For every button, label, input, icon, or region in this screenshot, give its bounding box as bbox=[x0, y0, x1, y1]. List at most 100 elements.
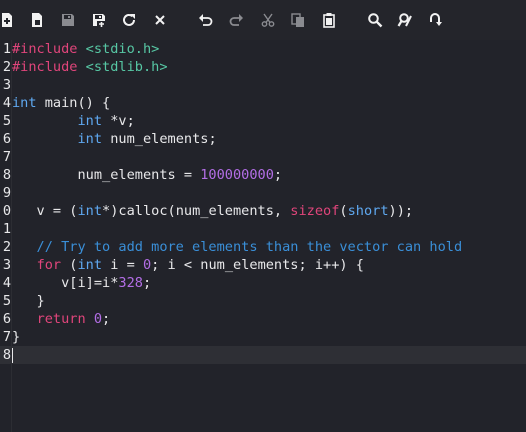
code-line[interactable]: 5 int *v; bbox=[0, 112, 526, 130]
code-text: } bbox=[12, 328, 20, 346]
code-token: num_elements = bbox=[12, 167, 201, 183]
line-number: 8 bbox=[2, 347, 11, 363]
code-text: #include <stdlib.h> bbox=[12, 58, 168, 76]
reload-button[interactable] bbox=[118, 9, 140, 31]
undo-button[interactable] bbox=[195, 9, 217, 31]
code-token: ; bbox=[142, 275, 152, 291]
code-token: } bbox=[12, 293, 45, 309]
code-token: sizeof bbox=[290, 203, 340, 219]
code-text: #include <stdio.h> bbox=[12, 40, 159, 58]
goto-button[interactable] bbox=[425, 9, 447, 31]
undo-icon bbox=[198, 12, 214, 28]
code-line[interactable]: 0 v = (int*)calloc(num_elements, sizeof(… bbox=[0, 202, 526, 220]
save-as-button[interactable] bbox=[88, 9, 110, 31]
code-token: 328 bbox=[118, 275, 143, 291]
save-icon bbox=[60, 12, 76, 28]
code-token: int bbox=[77, 257, 103, 273]
copy-icon bbox=[290, 12, 306, 28]
paste-icon bbox=[321, 12, 337, 28]
new-file-icon bbox=[0, 12, 15, 28]
code-line[interactable]: 4 int main() { bbox=[0, 94, 526, 112]
code-line[interactable]: 1 bbox=[0, 220, 526, 238]
save-button[interactable] bbox=[57, 9, 79, 31]
save-as-icon bbox=[91, 12, 107, 28]
code-token: v = ( bbox=[12, 203, 78, 219]
replace-button[interactable] bbox=[394, 9, 416, 31]
line-number: 4 bbox=[2, 275, 11, 291]
goto-icon bbox=[428, 12, 444, 28]
code-line[interactable]: 2 #include <stdlib.h> bbox=[0, 58, 526, 76]
search-button[interactable] bbox=[364, 9, 386, 31]
code-editor[interactable]: 1 #include <stdio.h> 2 #include <stdlib.h> 3… bbox=[0, 40, 526, 432]
code-text: int num_elements; bbox=[12, 130, 217, 148]
line-number: 0 bbox=[2, 203, 11, 219]
line-number: 1 bbox=[2, 41, 11, 57]
copy-button[interactable] bbox=[287, 9, 309, 31]
code-text: v[i]=i*328; bbox=[12, 274, 151, 292]
code-token: #include bbox=[12, 41, 86, 57]
line-number: 4 bbox=[2, 95, 11, 111]
code-line[interactable]: 1 #include <stdio.h> bbox=[0, 40, 526, 58]
code-token: num_elements; bbox=[102, 131, 217, 147]
code-token: int bbox=[12, 95, 37, 111]
code-text: return 0; bbox=[12, 310, 111, 328]
code-token: 0 bbox=[142, 257, 152, 273]
code-token: )); bbox=[388, 203, 414, 219]
cut-button[interactable] bbox=[257, 9, 279, 31]
code-line[interactable]: 9 bbox=[0, 184, 526, 202]
code-token: 0 bbox=[93, 311, 103, 327]
text-cursor bbox=[12, 348, 13, 363]
code-line[interactable]: 4 v[i]=i*328; bbox=[0, 274, 526, 292]
code-text: int main() { bbox=[12, 94, 110, 112]
code-line[interactable]: 3 bbox=[0, 76, 526, 94]
code-line[interactable]: 2 // Try to add more elements than the v… bbox=[0, 238, 526, 256]
code-line[interactable]: 8 bbox=[0, 346, 526, 364]
code-token: } bbox=[12, 329, 21, 345]
code-line[interactable]: 5 } bbox=[0, 292, 526, 310]
line-number: 3 bbox=[2, 257, 11, 273]
code-token: ; bbox=[102, 311, 111, 327]
code-token: ; bbox=[273, 167, 283, 183]
open-file-icon bbox=[29, 12, 45, 28]
code-text: // Try to add more elements than the vec… bbox=[12, 238, 463, 256]
line-number: 2 bbox=[2, 59, 11, 75]
code-text: v = (int*)calloc(num_elements, sizeof(sh… bbox=[12, 202, 414, 220]
line-number: 6 bbox=[2, 311, 11, 327]
code-token: return bbox=[36, 311, 86, 327]
close-icon bbox=[152, 12, 168, 28]
code-token: main() { bbox=[36, 95, 111, 111]
redo-button[interactable] bbox=[225, 9, 247, 31]
gutter-divider bbox=[11, 40, 12, 432]
code-token: i = bbox=[102, 257, 143, 273]
code-token: ( bbox=[339, 203, 348, 219]
code-line[interactable]: 8 num_elements = 100000000; bbox=[0, 166, 526, 184]
code-token: short bbox=[347, 203, 389, 219]
code-token: // Try to add more elements than the vec… bbox=[12, 239, 463, 255]
code-token: ; i < num_elements; i++) { bbox=[151, 257, 364, 273]
code-token: int bbox=[77, 131, 103, 147]
paste-button[interactable] bbox=[318, 9, 340, 31]
line-number: 1 bbox=[2, 221, 11, 237]
code-line[interactable]: 7 bbox=[0, 148, 526, 166]
code-line[interactable]: 6 int num_elements; bbox=[0, 130, 526, 148]
code-token: int bbox=[77, 113, 103, 129]
code-token: for bbox=[36, 257, 62, 273]
line-number: 3 bbox=[2, 77, 11, 93]
reload-icon bbox=[121, 12, 137, 28]
open-file-button[interactable] bbox=[26, 9, 48, 31]
line-number: 9 bbox=[2, 185, 11, 201]
code-line[interactable]: 6 return 0; bbox=[0, 310, 526, 328]
close-button[interactable] bbox=[149, 9, 171, 31]
line-number: 5 bbox=[2, 113, 11, 129]
code-line[interactable]: 7} bbox=[0, 328, 526, 346]
code-line[interactable]: 3 for (int i = 0; i < num_elements; i++)… bbox=[0, 256, 526, 274]
line-number: 7 bbox=[2, 149, 11, 165]
redo-icon bbox=[228, 12, 244, 28]
line-number: 8 bbox=[2, 167, 11, 183]
toolbar bbox=[0, 0, 526, 40]
new-file-button[interactable] bbox=[0, 9, 18, 31]
